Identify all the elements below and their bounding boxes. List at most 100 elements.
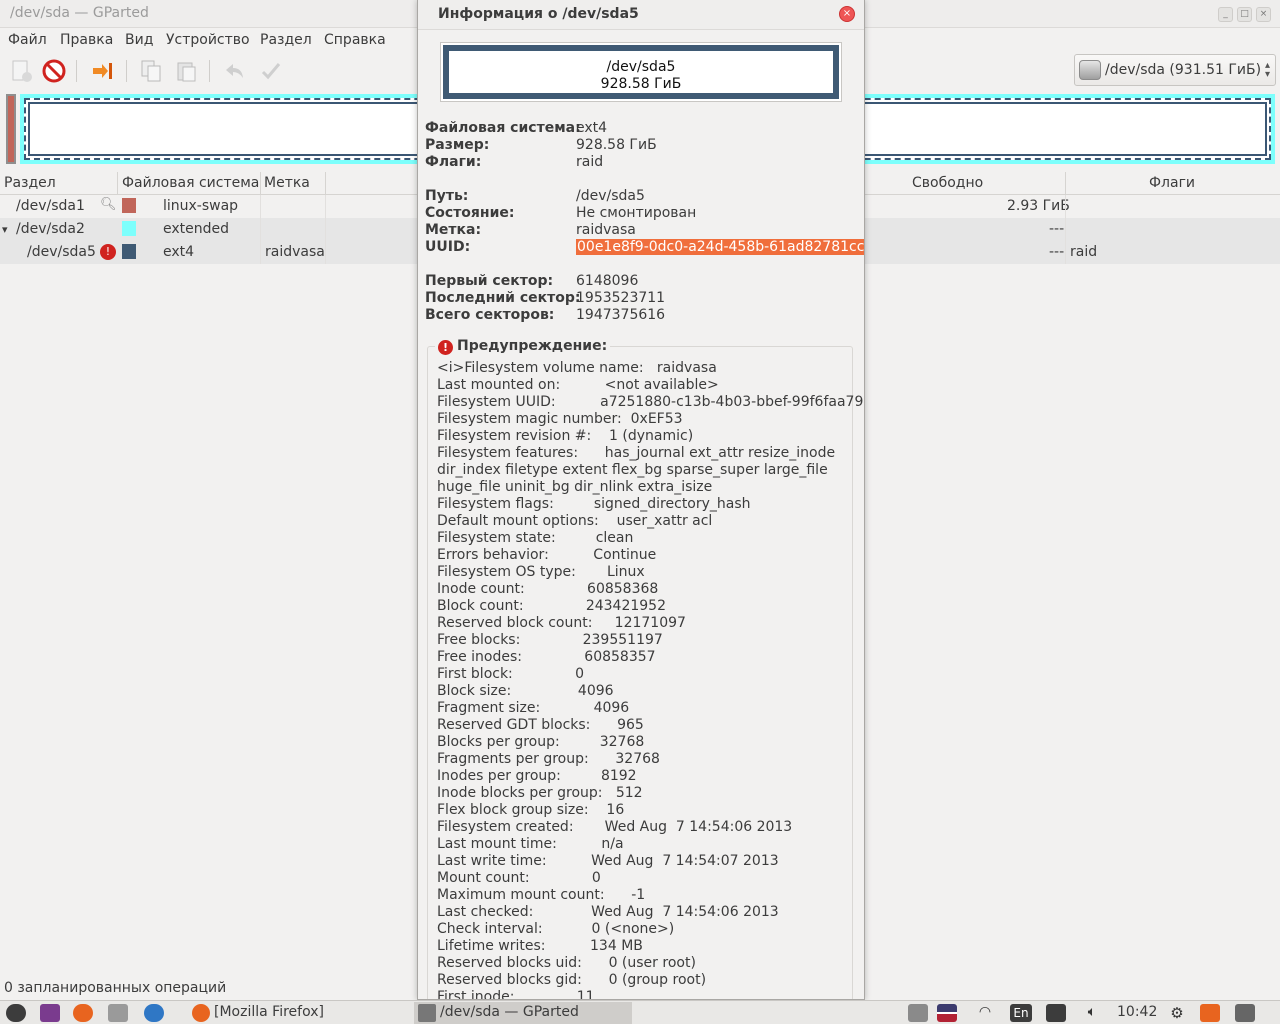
cell-divider [325, 241, 326, 264]
uuid-key: UUID: [425, 239, 471, 255]
flags-value: raid [576, 154, 604, 170]
last-sector-key: Последний сектор: [425, 290, 581, 306]
label-key: Метка: [425, 222, 482, 238]
header-filesystem[interactable]: Файловая система [122, 175, 259, 191]
column-divider [260, 172, 261, 195]
header-label[interactable]: Метка [264, 175, 310, 191]
delete-partition-button[interactable] [41, 58, 67, 84]
volume-icon[interactable]: 🔈︎ [1082, 1004, 1102, 1022]
warning-title: Предупреждение: [457, 338, 608, 354]
settings-gear-icon[interactable]: ⚙ [1167, 1004, 1187, 1022]
expander-icon[interactable]: ▾ [2, 223, 8, 236]
new-icon [12, 60, 32, 82]
trash-icon[interactable] [908, 1004, 928, 1022]
apply-button[interactable] [258, 58, 284, 84]
taskbar-firefox-task[interactable]: [Mozilla Firefox] [188, 1002, 402, 1024]
row-partition: /dev/sda2 [16, 221, 85, 237]
toolbar-separator [209, 60, 210, 82]
info-dialog: Информация о /dev/sda5 × /dev/sda5 928.5… [417, 0, 865, 1000]
total-sectors-key: Всего секторов: [425, 307, 555, 323]
cell-divider [260, 218, 261, 241]
fs-color-swatch [122, 221, 136, 236]
firefox-launcher-icon[interactable] [73, 1004, 93, 1022]
menu-launcher-icon[interactable] [6, 1004, 26, 1022]
row-free: 2.93 ГиБ [1007, 198, 1070, 214]
window-title: /dev/sda — GParted [10, 5, 149, 21]
row-filesystem: extended [163, 221, 230, 237]
minimize-button[interactable]: _ [1218, 7, 1233, 22]
menu-device[interactable]: Устройство [166, 32, 250, 48]
show-desktop-icon[interactable] [40, 1004, 60, 1022]
state-key: Состояние: [425, 205, 515, 221]
size-value: 928.58 ГиБ [576, 137, 657, 153]
last-sector-value: 1953523711 [576, 290, 666, 306]
paste-icon [177, 62, 196, 82]
taskbar-gparted-task[interactable]: /dev/sda — GParted [414, 1002, 632, 1024]
header-free[interactable]: Свободно [912, 175, 983, 191]
row-label: raidvasa [265, 244, 325, 260]
menu-view[interactable]: Вид [125, 32, 153, 48]
fs-color-swatch [122, 198, 136, 213]
cell-divider [1065, 241, 1066, 264]
taskbar-firefox-label: [Mozilla Firefox] [214, 1004, 324, 1020]
column-divider [325, 172, 326, 195]
first-sector-key: Первый сектор: [425, 273, 554, 289]
diskmap-sda1[interactable] [6, 94, 16, 164]
dialog-close-button[interactable]: × [839, 6, 855, 22]
path-value: /dev/sda5 [576, 188, 645, 204]
menu-file[interactable]: Файл [8, 32, 47, 48]
menu-help[interactable]: Справка [324, 32, 386, 48]
us-flag-icon[interactable] [937, 1004, 957, 1022]
warning-icon: ! [100, 244, 116, 260]
display-icon[interactable] [1046, 1004, 1066, 1022]
resize-move-button[interactable] [90, 58, 116, 84]
keyboard-layout-indicator[interactable]: En [1010, 1004, 1032, 1022]
app-indicator-icon[interactable] [1200, 1004, 1220, 1022]
disk-icon [1079, 60, 1101, 80]
menu-edit[interactable]: Правка [60, 32, 113, 48]
row-free: --- [1049, 244, 1065, 260]
delete-icon [42, 59, 66, 83]
warning-icon: ! [438, 340, 453, 355]
maximize-button[interactable]: □ [1237, 7, 1252, 22]
taskbar: [Mozilla Firefox] /dev/sda — GParted ◠ E… [0, 1000, 1280, 1024]
header-partition[interactable]: Раздел [4, 175, 56, 191]
graphic-partition-name: /dev/sda5 [606, 59, 676, 75]
copy-button[interactable] [139, 58, 165, 84]
column-divider [117, 172, 118, 195]
graphic-partition-size: 928.58 ГиБ [600, 76, 682, 92]
file-manager-icon[interactable] [108, 1004, 128, 1022]
wifi-icon[interactable]: ◠ [975, 1004, 995, 1022]
device-selector[interactable]: /dev/sda (931.51 ГиБ) ▴ ▾ [1074, 54, 1276, 86]
key-icon: 🔍︎ [100, 197, 117, 212]
network-app-icon[interactable] [144, 1004, 164, 1022]
first-sector-value: 6148096 [576, 273, 639, 289]
row-flags: raid [1070, 244, 1098, 260]
row-partition: /dev/sda5 [27, 244, 96, 260]
device-selector-value: /dev/sda (931.51 ГиБ) [1105, 62, 1262, 78]
row-partition: /dev/sda1 [16, 198, 85, 214]
menu-partition[interactable]: Раздел [260, 32, 312, 48]
flags-key: Флаги: [425, 154, 482, 170]
warning-text[interactable]: <i>Filesystem volume name: raidvasa Last… [437, 360, 864, 999]
filesystem-value: ext4 [576, 120, 608, 136]
header-flags[interactable]: Флаги [1149, 175, 1195, 191]
spinner-arrows-icon: ▴ ▾ [1264, 60, 1270, 80]
path-key: Путь: [425, 188, 469, 204]
column-divider [1065, 172, 1066, 195]
firefox-icon [192, 1004, 210, 1022]
power-icon[interactable] [1235, 1004, 1255, 1022]
close-button[interactable]: × [1256, 7, 1271, 22]
paste-button[interactable] [174, 58, 200, 84]
undo-button[interactable] [222, 58, 248, 84]
resize-arrow-icon [93, 63, 112, 79]
fs-color-swatch [122, 244, 136, 259]
new-partition-button[interactable] [8, 58, 34, 84]
clock[interactable]: 10:42 [1117, 1004, 1157, 1020]
total-sectors-value: 1947375616 [576, 307, 666, 323]
status-text: 0 запланированных операций [4, 980, 227, 996]
cell-divider [325, 218, 326, 241]
uuid-value[interactable]: 00e1e8f9-0dc0-a24d-458b-61ad82781cce [576, 239, 864, 255]
label-value: raidvasa [576, 222, 636, 238]
cell-divider [1065, 195, 1066, 218]
